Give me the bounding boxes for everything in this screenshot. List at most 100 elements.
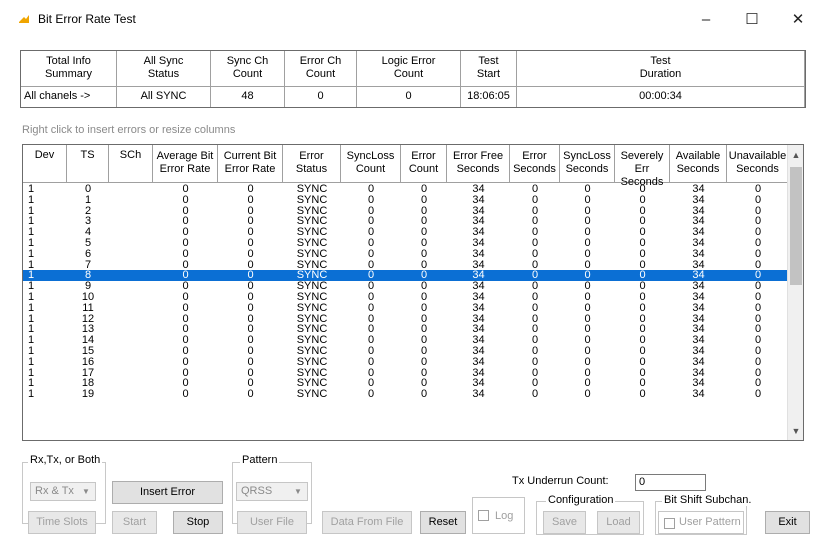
pattern-group-label: Pattern — [240, 454, 280, 466]
table-cell: 0 — [247, 388, 254, 401]
title-bar: Bit Error Rate Test – ☐ ✕ — [0, 0, 821, 38]
summary-header: Total Info Summary — [21, 51, 117, 87]
start-button[interactable]: Start — [112, 511, 157, 534]
table-row[interactable]: 1 11 0 0 SYNC 0 0 34 0 0 0 34 0 — [23, 302, 789, 314]
scroll-down-icon[interactable]: ▼ — [788, 423, 803, 439]
maximize-button[interactable]: ☐ — [729, 4, 775, 34]
close-button[interactable]: ✕ — [775, 4, 821, 34]
summary-value: 0 — [357, 87, 461, 107]
table-row[interactable]: 1 17 0 0 SYNC 0 0 34 0 0 0 34 0 — [23, 367, 789, 379]
summary-header: Test Duration — [517, 51, 805, 87]
column-header[interactable]: Severely Err Seconds — [615, 145, 670, 188]
summary-header: Test Start — [461, 51, 517, 87]
user-file-button[interactable]: User File — [237, 511, 307, 534]
table-row[interactable]: 1 15 0 0 SYNC 0 0 34 0 0 0 34 0 — [23, 346, 789, 357]
table-cell: 0 — [367, 388, 375, 401]
stop-button[interactable]: Stop — [173, 511, 223, 534]
table-row[interactable]: 1 0 0 0 SYNC 0 0 34 0 0 0 34 0 — [23, 184, 789, 195]
table-cell: 0 — [639, 388, 646, 401]
table-row[interactable]: 1 4 0 0 SYNC 0 0 34 0 0 0 34 0 — [23, 227, 789, 238]
table-row[interactable]: 1 5 0 0 SYNC 0 0 34 0 0 0 34 0 — [23, 238, 789, 249]
time-slots-button[interactable]: Time Slots — [28, 511, 96, 534]
scroll-thumb[interactable] — [790, 167, 802, 285]
insert-error-button[interactable]: Insert Error — [112, 481, 223, 504]
save-button[interactable]: Save — [543, 511, 586, 534]
summary-value: All chanels -> — [21, 87, 117, 107]
table-cell — [109, 346, 153, 357]
reset-button[interactable]: Reset — [420, 511, 466, 534]
table-cell — [109, 227, 153, 238]
pattern-select[interactable]: QRSS ▼ — [236, 482, 308, 501]
table-cell — [109, 270, 153, 281]
grid-header: Dev TS SCh Average Bit Error Rate Current Bit… — [23, 145, 789, 188]
table-cell — [109, 357, 153, 368]
summary-value: 00:00:34 — [517, 87, 805, 107]
summary-header: Sync Ch Count — [211, 51, 285, 87]
channel-grid[interactable]: Dev TS SCh Average Bit Error Rate Current Bit… — [22, 144, 804, 441]
table-cell — [109, 335, 153, 346]
table-cell: 34 — [472, 388, 485, 401]
hint-text: Right click to insert errors or resize c… — [22, 124, 236, 136]
log-label: Log — [495, 510, 514, 522]
summary-value: All SYNC — [117, 87, 211, 107]
table-row[interactable]: 1 12 0 0 SYNC 0 0 34 0 0 0 34 0 — [23, 313, 789, 325]
column-header[interactable]: Unavailable Seconds — [727, 145, 789, 183]
table-row[interactable]: 1 1 0 0 SYNC 0 0 34 0 0 0 34 0 — [23, 194, 789, 206]
table-cell: 34 — [692, 388, 705, 401]
exit-button[interactable]: Exit — [765, 511, 810, 534]
window-title: Bit Error Rate Test — [38, 12, 136, 26]
load-button[interactable]: Load — [597, 511, 640, 534]
table-cell — [109, 292, 153, 303]
column-header[interactable]: Available Seconds — [670, 145, 727, 183]
column-header[interactable]: Average Bit Error Rate — [153, 145, 218, 183]
table-cell — [109, 195, 153, 206]
column-header[interactable]: Error Seconds — [510, 145, 560, 183]
table-row[interactable]: 1 16 0 0 SYNC 0 0 34 0 0 0 34 0 — [23, 356, 789, 368]
table-row[interactable]: 1 8 0 0 SYNC 0 0 34 0 0 0 34 0 — [23, 270, 789, 282]
column-header[interactable]: SyncLoss Seconds — [560, 145, 615, 183]
bit-shift-group-label: Bit Shift Subchan. — [662, 494, 754, 506]
column-header[interactable]: Current Bit Error Rate — [218, 145, 283, 183]
tx-underrun-field: 0 — [635, 474, 706, 491]
table-row[interactable]: 1 9 0 0 SYNC 0 0 34 0 0 0 34 0 — [23, 281, 789, 292]
column-header[interactable]: Dev — [23, 145, 67, 183]
table-cell: SYNC — [296, 388, 328, 401]
table-row[interactable]: 1 10 0 0 SYNC 0 0 34 0 0 0 34 0 — [23, 292, 789, 303]
user-pattern-toggle[interactable]: User Pattern — [658, 511, 744, 534]
column-header[interactable]: SyncLoss Count — [341, 145, 401, 183]
table-cell — [109, 303, 153, 314]
minimize-button[interactable]: – — [683, 4, 729, 34]
grid-body[interactable]: 1 0 0 0 SYNC 0 0 34 0 0 0 34 0 1 1 0 0 SYNC 0 0 34 0 0 0 34 0 1 2 0 0… — [23, 184, 789, 440]
table-row[interactable]: 1 7 0 0 SYNC 0 0 34 0 0 0 34 0 — [23, 259, 789, 271]
log-toggle[interactable]: Log — [472, 497, 525, 534]
column-header[interactable]: Error Count — [401, 145, 447, 183]
column-header[interactable]: TS — [67, 145, 109, 183]
table-cell: 0 — [182, 388, 189, 401]
app-icon — [18, 13, 30, 25]
column-header[interactable]: Error Free Seconds — [447, 145, 510, 183]
summary-table: Total Info Summary All Sync Status Sync Ch Co… — [20, 50, 806, 108]
table-row[interactable]: 1 19 0 0 SYNC 0 0 34 0 0 0 34 0 — [23, 389, 789, 400]
chevron-down-icon: ▼ — [294, 487, 302, 496]
log-checkbox[interactable] — [478, 510, 489, 521]
table-row[interactable]: 1 6 0 0 SYNC 0 0 34 0 0 0 34 0 — [23, 248, 789, 260]
data-from-file-button[interactable]: Data From File — [322, 511, 412, 534]
table-row[interactable]: 1 2 0 0 SYNC 0 0 34 0 0 0 34 0 — [23, 205, 789, 217]
table-cell — [109, 389, 153, 400]
chevron-down-icon: ▼ — [82, 487, 90, 496]
user-pattern-checkbox[interactable] — [664, 518, 675, 529]
rxtx-select-value: Rx & Tx — [35, 485, 74, 497]
table-cell — [109, 184, 153, 195]
table-row[interactable]: 1 3 0 0 SYNC 0 0 34 0 0 0 34 0 — [23, 216, 789, 227]
table-cell — [109, 314, 153, 325]
vertical-scrollbar[interactable]: ▲ ▼ — [787, 145, 803, 440]
column-header[interactable]: SCh — [109, 145, 153, 183]
table-cell — [109, 216, 153, 227]
table-cell: 0 — [531, 388, 539, 401]
table-row[interactable]: 1 14 0 0 SYNC 0 0 34 0 0 0 34 0 — [23, 335, 789, 346]
table-row[interactable]: 1 13 0 0 SYNC 0 0 34 0 0 0 34 0 — [23, 324, 789, 335]
scroll-up-icon[interactable]: ▲ — [788, 147, 803, 163]
column-header[interactable]: Error Status — [283, 145, 341, 183]
table-row[interactable]: 1 18 0 0 SYNC 0 0 34 0 0 0 34 0 — [23, 378, 789, 389]
rxtx-select[interactable]: Rx & Tx ▼ — [30, 482, 96, 501]
